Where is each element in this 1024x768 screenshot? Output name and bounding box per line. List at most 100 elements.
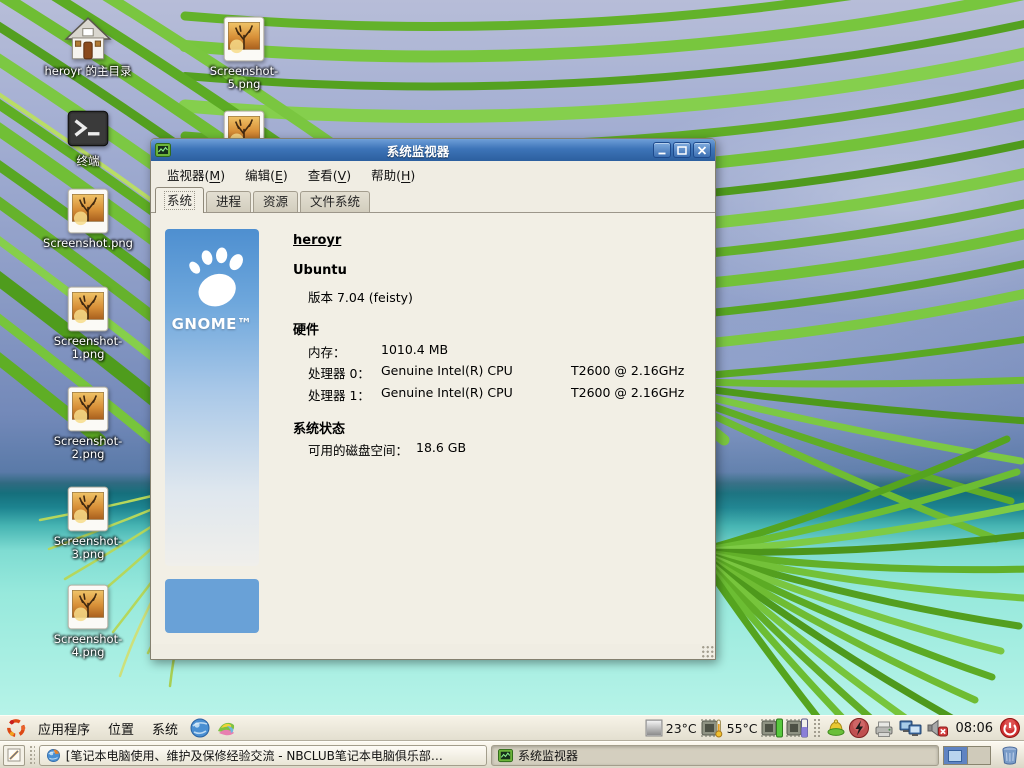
show-desktop-icon bbox=[7, 748, 21, 762]
chip-usage-green-icon[interactable] bbox=[761, 717, 784, 739]
desktop-icon-label: Screenshot-2.png bbox=[40, 435, 136, 461]
hardware-heading: 硬件 bbox=[293, 319, 319, 338]
desktop-icon-screenshot1[interactable]: Screenshot-1.png bbox=[40, 284, 136, 361]
system-monitor-window: 系统监视器 监视器(M) 编辑(E) 查看(V) 帮助(H) 系统 进程 bbox=[150, 138, 716, 660]
desktop-icon-terminal[interactable]: 终端 bbox=[40, 104, 136, 168]
show-desktop-button[interactable] bbox=[3, 745, 25, 766]
shutdown-button-icon[interactable] bbox=[999, 717, 1021, 739]
resize-grip[interactable] bbox=[701, 645, 714, 658]
maximize-button[interactable] bbox=[673, 142, 691, 158]
image-thumbnail-icon bbox=[62, 186, 114, 236]
cpufreq-applet-icon[interactable] bbox=[645, 719, 663, 737]
desktop-icon-screenshot2[interactable]: Screenshot-2.png bbox=[40, 384, 136, 461]
tab-resources[interactable]: 资源 bbox=[253, 191, 298, 212]
menu-help[interactable]: 帮助(H) bbox=[361, 162, 425, 187]
system-monitor-task-icon bbox=[498, 748, 513, 763]
image-thumbnail-icon bbox=[62, 484, 114, 534]
desktop-icon-label: Screenshot-5.png bbox=[196, 65, 292, 91]
task-label: 系统监视器 bbox=[518, 747, 578, 764]
menu-view[interactable]: 查看(V) bbox=[298, 162, 361, 187]
desktop-icon-label: Screenshot-3.png bbox=[40, 535, 136, 561]
minimize-button[interactable] bbox=[653, 142, 671, 158]
chip-thermometer-icon[interactable] bbox=[700, 717, 724, 739]
home-folder-icon bbox=[62, 14, 114, 64]
firefox-task-icon bbox=[46, 748, 61, 763]
workspace-2[interactable] bbox=[967, 747, 990, 764]
window-list-panel: [笔记本电脑使用、维护及保修经验交流 - NBCLUB笔记本电脑俱乐部… 系统监… bbox=[0, 741, 1024, 768]
cpu1-value: Genuine Intel(R) CPU bbox=[381, 385, 513, 400]
gnome-panel: 应用程序 位置 系统 23°C bbox=[0, 715, 1024, 741]
task-label: [笔记本电脑使用、维护及保修经验交流 - NBCLUB笔记本电脑俱乐部… bbox=[66, 747, 443, 764]
chip-usage-purple-icon[interactable] bbox=[786, 717, 809, 739]
cpu1-row: 处理器 1： Genuine Intel(R) CPU T2600 @ 2.16… bbox=[291, 385, 709, 405]
desktop-icon-screenshot4[interactable]: Screenshot-4.png bbox=[40, 582, 136, 659]
system-info: heroyr Ubuntu 版本 7.04 (feisty) 硬件 内存： 10… bbox=[291, 213, 709, 646]
workspace-switcher bbox=[943, 746, 991, 765]
tab-system[interactable]: 系统 bbox=[155, 187, 204, 213]
desktop-icon-home[interactable]: heroyr 的主目录 bbox=[40, 14, 136, 78]
memory-value: 1010.4 MB bbox=[381, 342, 448, 357]
desktop-icon-label: 终端 bbox=[40, 155, 136, 168]
task-system-monitor[interactable]: 系统监视器 bbox=[491, 745, 939, 766]
gnome-banner: GNOME™ bbox=[165, 229, 259, 566]
image-thumbnail-icon bbox=[218, 14, 270, 64]
places-menu[interactable]: 位置 bbox=[99, 717, 143, 740]
distro-release: 版本 7.04 (feisty) bbox=[308, 287, 413, 306]
input-method-icon[interactable] bbox=[824, 717, 846, 739]
printer-icon[interactable] bbox=[872, 717, 896, 739]
window-bottom-strip bbox=[151, 644, 715, 659]
cpu1-model: T2600 @ 2.16GHz bbox=[571, 385, 684, 400]
ubuntu-logo-icon[interactable] bbox=[5, 717, 27, 739]
window-title: 系统监视器 bbox=[191, 141, 645, 160]
desktop-icon-label: heroyr 的主目录 bbox=[40, 65, 136, 78]
image-thumbnail-icon bbox=[62, 384, 114, 434]
minimize-icon bbox=[657, 146, 667, 155]
gnome-foot-logo bbox=[179, 243, 245, 309]
close-icon bbox=[697, 146, 707, 155]
memory-label: 内存： bbox=[308, 342, 346, 361]
status-heading: 系统状态 bbox=[293, 418, 345, 437]
menubar: 监视器(M) 编辑(E) 查看(V) 帮助(H) bbox=[151, 161, 715, 187]
disk-value: 18.6 GB bbox=[416, 440, 466, 455]
clock[interactable]: 08:06 bbox=[956, 721, 993, 736]
cpu1-label: 处理器 1： bbox=[308, 385, 370, 404]
tab-filesystems[interactable]: 文件系统 bbox=[300, 191, 370, 212]
web-browser-launcher-icon[interactable] bbox=[189, 717, 211, 739]
workspace-window-preview bbox=[948, 750, 962, 762]
window-titlebar[interactable]: 系统监视器 bbox=[151, 139, 715, 161]
desktop-icon-label: Screenshot-4.png bbox=[40, 633, 136, 659]
gnome-banner-block bbox=[165, 579, 259, 633]
close-button[interactable] bbox=[693, 142, 711, 158]
hostname: heroyr bbox=[293, 233, 341, 248]
cpu0-row: 处理器 0： Genuine Intel(R) CPU T2600 @ 2.16… bbox=[291, 363, 709, 383]
trash-icon[interactable] bbox=[999, 744, 1021, 766]
cpu0-model: T2600 @ 2.16GHz bbox=[571, 363, 684, 378]
temperature-gpu[interactable]: 55°C bbox=[727, 721, 758, 736]
desktop-icon-label: Screenshot.png bbox=[40, 237, 136, 250]
maximize-icon bbox=[677, 146, 687, 155]
tab-bar: 系统 进程 资源 文件系统 bbox=[151, 187, 715, 213]
desktop-icon-screenshot5[interactable]: Screenshot-5.png bbox=[196, 14, 292, 91]
cpu0-value: Genuine Intel(R) CPU bbox=[381, 363, 513, 378]
volume-muted-icon[interactable] bbox=[926, 717, 950, 739]
menu-edit[interactable]: 编辑(E) bbox=[235, 162, 298, 187]
network-monitor-icon[interactable] bbox=[898, 717, 924, 739]
task-firefox[interactable]: [笔记本电脑使用、维护及保修经验交流 - NBCLUB笔记本电脑俱乐部… bbox=[39, 745, 487, 766]
desktop-icon-screenshot3[interactable]: Screenshot-3.png bbox=[40, 484, 136, 561]
power-manager-icon[interactable] bbox=[848, 717, 870, 739]
system-monitor-icon bbox=[155, 142, 171, 158]
applications-menu[interactable]: 应用程序 bbox=[29, 717, 99, 740]
panel-handle[interactable] bbox=[29, 745, 35, 765]
system-menu[interactable]: 系统 bbox=[143, 717, 187, 740]
terminal-icon bbox=[62, 104, 114, 154]
colorful-app-launcher-icon[interactable] bbox=[215, 717, 237, 739]
tray-handle[interactable] bbox=[813, 718, 820, 738]
desktop-icon-screenshot[interactable]: Screenshot.png bbox=[40, 186, 136, 250]
tab-processes[interactable]: 进程 bbox=[206, 191, 251, 212]
desktop-icon-label: Screenshot-1.png bbox=[40, 335, 136, 361]
workspace-1[interactable] bbox=[944, 747, 967, 764]
system-tray: 23°C 55°C bbox=[645, 717, 1021, 739]
temperature-cpu[interactable]: 23°C bbox=[666, 721, 697, 736]
menu-monitor[interactable]: 监视器(M) bbox=[157, 162, 235, 187]
distro-name: Ubuntu bbox=[293, 263, 347, 278]
